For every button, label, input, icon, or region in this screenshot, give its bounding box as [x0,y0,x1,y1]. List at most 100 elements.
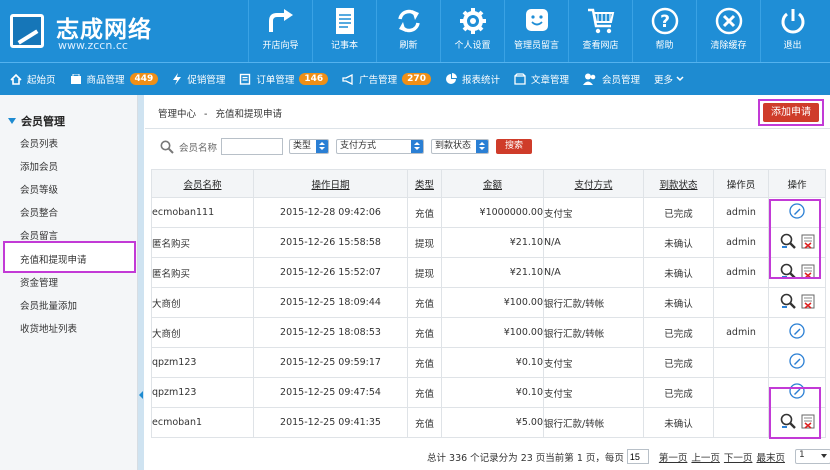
top-nav-clear-cache[interactable]: 清除缓存 [696,0,760,62]
table-header-row: 会员名称 操作日期 类型 金额 支付方式 到款状态 操作员 操作 [151,169,826,198]
cell-date: 2015-12-26 15:52:07 [253,257,408,288]
type-select[interactable]: 类型 [289,139,330,154]
column-header-actions: 操作 [768,169,826,198]
sidebar-item-messages[interactable]: 会员留言 [20,228,58,242]
top-nav-logout[interactable]: 退出 [760,0,824,62]
breadcrumb-root[interactable]: 管理中心 [158,109,196,120]
gear-icon [459,8,486,34]
sidebar-item-funds[interactable]: 资金管理 [20,275,58,289]
page-select[interactable]: 1 [794,449,830,464]
top-nav-notepad[interactable]: 记事本 [312,0,376,62]
sidebar-item-integration[interactable]: 会员整合 [20,205,58,219]
cell-amount: ¥21.10 [441,227,544,258]
cell-payment: 银行汇款/转帐 [543,407,644,438]
goods-icon [70,73,81,84]
sidebar-collapse-handle[interactable] [138,95,144,470]
top-nav-personal-settings[interactable]: 个人设置 [440,0,504,62]
view-icon[interactable] [780,293,797,312]
records-table: 会员名称 操作日期 类型 金额 支付方式 到款状态 操作员 操作 ecmoban… [151,169,826,438]
cell-payment: N/A [543,227,644,258]
table-row: ecmoban1 2015-12-25 09:41:35 充值 ¥5.00 银行汇款/转… [151,407,826,438]
main-menu: 起始页 商品管理 449 促销管理 订单管理 146 广告管理 270 报表统计… [0,62,830,95]
cell-payment: N/A [543,257,644,288]
column-header-payment[interactable]: 支付方式 [543,169,644,198]
column-header-amount[interactable]: 金额 [441,169,544,198]
menu-item-home[interactable]: 起始页 [10,72,56,86]
column-header-status[interactable]: 到款状态 [643,169,714,198]
next-page-link[interactable]: 下一页 [724,450,753,464]
cell-user: 大商创 [151,317,254,348]
cell-status: 未确认 [643,227,714,258]
cell-type: 提现 [407,227,442,258]
logo[interactable]: 志成网络 www.zccn.cc [6,6,161,56]
column-header-user[interactable]: 会员名称 [151,169,254,198]
cell-status: 未确认 [643,407,714,438]
top-nav-view-shop[interactable]: 查看网店 [568,0,632,62]
sidebar-item-batch-add[interactable]: 会员批量添加 [20,298,77,312]
redo-arrow-icon [268,9,293,32]
actions-highlight [769,199,821,279]
table-row: ecmoban111 2015-12-28 09:42:06 充值 ¥1000000.… [151,197,826,228]
order-icon [240,73,251,85]
menu-item-articles[interactable]: 文章管理 [514,72,569,86]
cell-user: qpzm123 [151,377,254,408]
menu-item-members[interactable]: 会员管理 [583,72,640,86]
clear-cache-icon [715,7,742,35]
cell-amount: ¥0.10 [441,377,544,408]
count-badge: 146 [299,73,329,85]
search-button[interactable]: 搜索 [496,139,533,154]
remove-icon[interactable] [801,294,815,312]
cell-status: 已完成 [643,317,714,348]
edit-icon[interactable] [789,353,805,372]
menu-item-reports[interactable]: 报表统计 [445,72,500,86]
select-arrows-icon [476,140,489,153]
top-nav-refresh[interactable]: 刷新 [376,0,440,62]
select-value: 类型 [293,141,312,151]
cell-date: 2015-12-25 09:47:54 [253,377,408,408]
cell-date: 2015-12-26 15:58:58 [253,227,408,258]
first-page-link[interactable]: 第一页 [659,450,688,464]
cell-actions [768,287,826,318]
menu-item-label: 起始页 [27,75,56,86]
count-badge: 270 [402,73,431,85]
sidebar-item-addresses[interactable]: 收货地址列表 [20,321,77,335]
column-header-date[interactable]: 操作日期 [253,169,408,198]
menu-item-promotion[interactable]: 促销管理 [172,72,225,86]
member-name-input[interactable] [221,138,284,155]
menu-item-ads[interactable]: 广告管理 270 [342,72,431,86]
add-application-button[interactable]: 添加申请 [763,103,819,122]
last-page-link[interactable]: 最末页 [756,450,785,464]
article-icon [514,73,526,85]
divider [145,128,830,129]
top-nav-label: 个人设置 [454,41,491,51]
menu-item-more[interactable]: 更多 [654,72,689,86]
sidebar-item-member-list[interactable]: 会员列表 [20,136,58,150]
cell-status: 已完成 [643,377,714,408]
sidebar-item-add-member[interactable]: 添加会员 [20,159,58,173]
menu-item-orders[interactable]: 订单管理 146 [239,72,329,86]
menu-item-label: 订单管理 [256,75,295,86]
sidebar-item-recharge-withdraw[interactable]: 充值和提现申请 [20,252,87,266]
menu-item-goods[interactable]: 商品管理 449 [70,72,159,86]
edit-icon[interactable] [789,323,805,342]
menu-item-label: 广告管理 [359,75,398,86]
per-page-input[interactable] [626,449,649,464]
lightning-icon [173,73,182,85]
count-badge: 449 [129,73,159,85]
sidebar-heading[interactable]: 会员管理 [8,113,65,129]
cell-user: ecmoban1 [151,407,254,438]
cell-payment: 支付宝 [543,377,644,408]
top-nav-admin-message[interactable]: 管理员留言 [504,0,568,62]
top-nav-setup-wizard[interactable]: 开店向导 [248,0,312,62]
status-select[interactable]: 到款状态 [431,139,490,154]
cell-type: 充值 [407,347,442,378]
top-nav-label: 清除缓存 [710,41,747,51]
home-icon [10,73,22,85]
logo-url: www.zccn.cc [58,39,128,52]
sidebar-item-member-rank[interactable]: 会员等级 [20,182,58,196]
column-header-type[interactable]: 类型 [407,169,442,198]
prev-page-link[interactable]: 上一页 [691,450,720,464]
users-icon [583,73,596,85]
top-nav-help[interactable]: ? 帮助 [632,0,696,62]
payment-select[interactable]: 支付方式 [336,139,425,154]
